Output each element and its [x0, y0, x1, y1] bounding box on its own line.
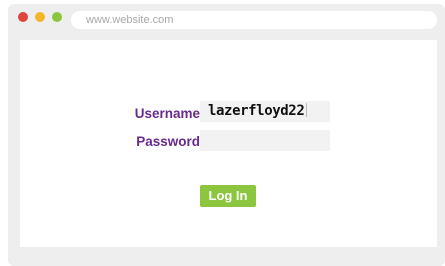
login-button[interactable]: Log In — [200, 185, 256, 207]
minimize-window-dot[interactable] — [35, 12, 45, 22]
page-content: Username lazerfloyd22 Password Log In — [20, 40, 437, 247]
username-input[interactable]: lazerfloyd22 — [200, 101, 330, 122]
password-label: Password — [136, 134, 200, 149]
password-input[interactable] — [200, 130, 330, 151]
close-window-dot[interactable] — [18, 12, 28, 22]
username-value: lazerfloyd22 — [208, 103, 308, 120]
browser-window: www.website.com Username lazerfloyd22 Pa… — [8, 4, 445, 266]
username-label: Username — [134, 106, 200, 121]
address-bar[interactable]: www.website.com — [71, 11, 437, 29]
url-text: www.website.com — [86, 14, 174, 26]
username-text: lazerfloyd22 — [208, 103, 305, 119]
maximize-window-dot[interactable] — [52, 12, 62, 22]
text-caret — [306, 103, 308, 117]
